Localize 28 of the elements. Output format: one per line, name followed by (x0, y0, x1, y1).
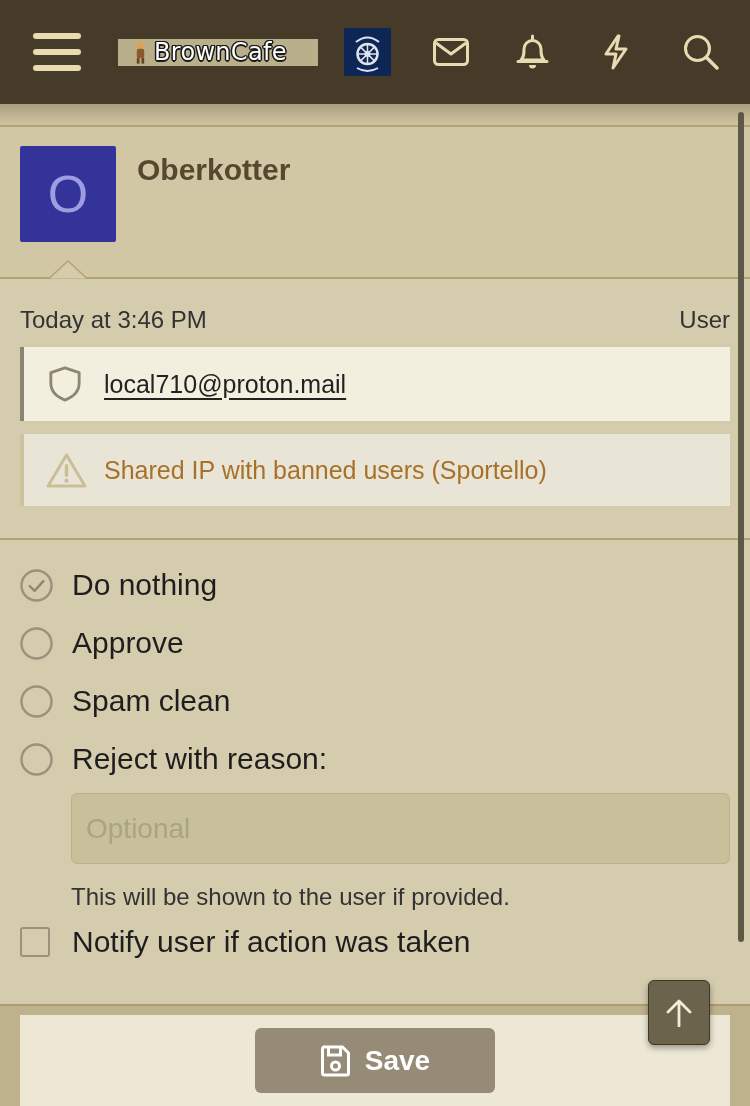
bell-icon[interactable] (516, 34, 549, 70)
email-link[interactable]: local710@proton.mail (104, 369, 347, 399)
user-role: User (679, 305, 730, 335)
radio-circle-icon[interactable] (20, 626, 53, 660)
radio-option[interactable]: Approve (20, 625, 184, 661)
up-arrow-icon (666, 998, 692, 1027)
cartoon-figure-icon (134, 39, 147, 65)
warning-icon (46, 452, 87, 488)
wheel-badge-icon[interactable] (344, 28, 391, 76)
radio-option[interactable]: Reject with reason: (20, 741, 328, 777)
timestamp: Today at 3:46 PM (20, 305, 207, 335)
user-name: Oberkotter (137, 152, 291, 188)
hint-text: This will be shown to the user if provided. (71, 882, 511, 912)
radio-option[interactable]: Spam clean (20, 683, 231, 719)
envelope-icon[interactable] (433, 38, 469, 66)
search-icon[interactable] (683, 34, 719, 70)
scrollbar[interactable] (738, 112, 744, 942)
shield-icon (48, 366, 82, 402)
menu-icon[interactable] (33, 33, 81, 71)
checkbox[interactable] (20, 927, 50, 957)
checkbox-option[interactable]: Notify user if action was taken (20, 924, 471, 960)
radio-circle-icon[interactable] (20, 684, 53, 718)
warning-message: Shared IP with banned users (Sportello) (104, 455, 547, 485)
scroll-to-top-button[interactable] (648, 980, 710, 1045)
radio-circle-icon[interactable] (20, 742, 53, 776)
radio-checked-icon[interactable] (20, 568, 53, 602)
radio-option[interactable]: Do nothing (20, 567, 218, 603)
avatar[interactable]: O (20, 146, 116, 242)
